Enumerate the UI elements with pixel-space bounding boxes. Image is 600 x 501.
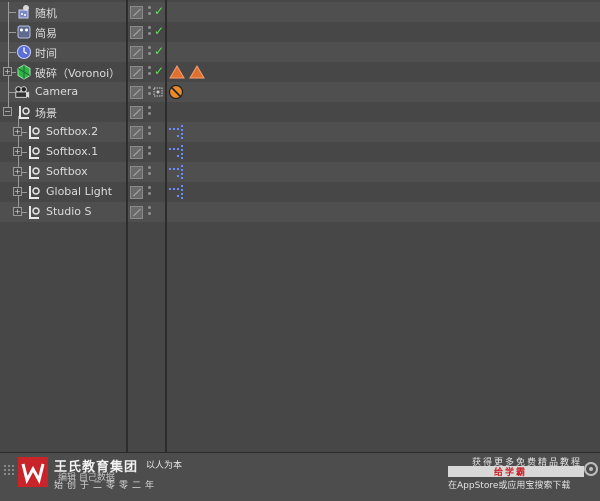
layer-color-box[interactable] [130, 166, 143, 179]
visibility-dots[interactable] [148, 186, 152, 198]
enabled-check-icon[interactable]: ✓ [154, 64, 164, 78]
null-object-icon [29, 166, 40, 179]
expand-toggle-icon[interactable]: + [13, 207, 22, 216]
promo-banner: 给学霸 [448, 466, 584, 478]
null-object-icon [29, 186, 40, 199]
compositing-tag-icon[interactable] [168, 184, 184, 200]
visibility-dots[interactable] [148, 46, 152, 58]
voronoi-fracture-icon [17, 64, 31, 80]
expand-toggle-icon[interactable]: + [13, 167, 22, 176]
object-name[interactable]: 破碎（Voronoi） [35, 65, 120, 81]
panel-grip-icon[interactable] [4, 465, 16, 475]
object-name[interactable]: 随机 [35, 5, 57, 21]
object-row-softbox-2[interactable]: + Softbox.2 [0, 122, 600, 142]
layer-color-box[interactable] [130, 66, 143, 79]
collapse-toggle-icon[interactable]: − [3, 107, 12, 116]
layer-color-box[interactable] [130, 126, 143, 139]
layer-color-box[interactable] [130, 86, 143, 99]
protection-tag-icon[interactable] [168, 84, 184, 100]
null-object-icon [19, 106, 30, 119]
enabled-check-icon[interactable]: ✓ [154, 44, 164, 58]
visibility-dots[interactable] [148, 206, 152, 218]
object-row-random[interactable]: 随机 ✓ [0, 2, 600, 22]
enabled-check-icon[interactable]: ✓ [154, 4, 164, 18]
object-row-softbox[interactable]: + Softbox [0, 162, 600, 182]
time-effector-icon [17, 45, 31, 59]
dynamics-tag-icon[interactable] [169, 64, 185, 80]
brand-subtitle: 始创于二零零二年 [54, 481, 159, 491]
target-tag-icon[interactable] [153, 87, 163, 97]
null-object-icon [29, 126, 40, 139]
visibility-dots[interactable] [148, 6, 152, 18]
object-name[interactable]: Softbox.1 [46, 145, 98, 158]
object-row-scene[interactable]: − 场景 [0, 102, 600, 122]
expand-toggle-icon[interactable]: + [13, 147, 22, 156]
brand-slogan: 以人为本 [146, 461, 183, 471]
brand-logo [18, 457, 48, 487]
layer-color-box[interactable] [130, 106, 143, 119]
object-row-voronoi-fracture[interactable]: + 破碎（Voronoi） ✓ [0, 62, 600, 82]
camera-icon [15, 86, 30, 98]
visibility-dots[interactable] [148, 166, 152, 178]
object-name[interactable]: Softbox [46, 165, 88, 178]
object-row-global-light[interactable]: + Global Light [0, 182, 600, 202]
object-name[interactable]: Studio S [46, 205, 92, 218]
visibility-dots[interactable] [148, 26, 152, 38]
promo-text-bottom: 在AppStore或应用宝搜索下载 [448, 481, 571, 491]
promo-banner-label: 给学霸 [494, 468, 528, 478]
tree-line [8, 52, 16, 53]
object-name[interactable]: 场景 [35, 105, 57, 121]
object-row-studio-s[interactable]: + Studio S [0, 202, 600, 222]
object-name[interactable]: Global Light [46, 185, 112, 198]
compositing-tag-icon[interactable] [168, 124, 184, 140]
visibility-dots[interactable] [148, 146, 152, 158]
plain-effector-icon [17, 25, 31, 39]
bottom-bar: 王氏教育集团 以人为本 编辑 自己数据 始创于二零零二年 获得更多免费精品教程 … [0, 452, 600, 501]
visibility-dots[interactable] [148, 66, 152, 78]
visibility-dots[interactable] [148, 106, 152, 118]
object-row-time[interactable]: 时间 ✓ [0, 42, 600, 62]
target-icon[interactable] [584, 462, 598, 476]
object-name[interactable]: 简易 [35, 25, 57, 41]
object-name[interactable]: Softbox.2 [46, 125, 98, 138]
layer-color-box[interactable] [130, 186, 143, 199]
random-effector-icon [18, 5, 29, 19]
layer-color-box[interactable] [130, 146, 143, 159]
expand-toggle-icon[interactable]: + [3, 67, 12, 76]
object-name[interactable]: 时间 [35, 45, 57, 61]
visibility-dots[interactable] [148, 86, 152, 98]
object-name[interactable]: Camera [35, 85, 78, 98]
visibility-dots[interactable] [148, 126, 152, 138]
expand-toggle-icon[interactable]: + [13, 127, 22, 136]
layer-color-box[interactable] [130, 46, 143, 59]
layer-color-box[interactable] [130, 6, 143, 19]
layer-color-box[interactable] [130, 206, 143, 219]
object-manager: 随机 ✓ 简易 ✓ 时间 ✓ + 破碎（Voronoi） ✓ Camera − … [0, 0, 600, 452]
null-object-icon [29, 146, 40, 159]
object-row-softbox-1[interactable]: + Softbox.1 [0, 142, 600, 162]
null-object-icon [29, 206, 40, 219]
enabled-check-icon[interactable]: ✓ [154, 24, 164, 38]
layer-color-box[interactable] [130, 26, 143, 39]
compositing-tag-icon[interactable] [168, 144, 184, 160]
compositing-tag-icon[interactable] [168, 164, 184, 180]
tree-line [8, 12, 16, 13]
brand-logo-icon [21, 463, 45, 485]
tree-line [8, 32, 16, 33]
expand-toggle-icon[interactable]: + [13, 187, 22, 196]
dynamics-tag-icon[interactable] [189, 64, 205, 80]
object-row-plain[interactable]: 简易 ✓ [0, 22, 600, 42]
object-row-camera[interactable]: Camera [0, 82, 600, 102]
